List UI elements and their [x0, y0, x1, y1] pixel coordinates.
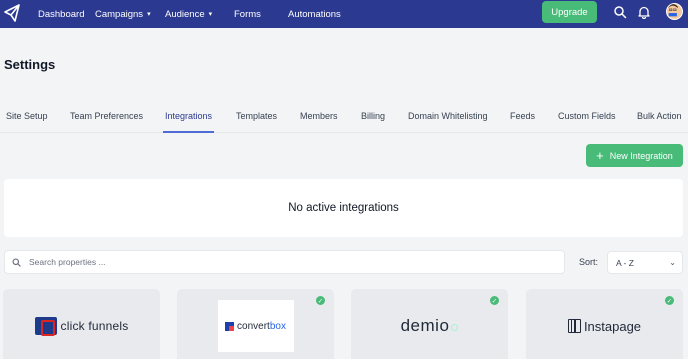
tab-integrations[interactable]: Integrations: [165, 111, 212, 121]
nav-forms[interactable]: Forms: [234, 0, 261, 28]
nav-audience-label: Audience: [165, 8, 205, 20]
instapage-mark-icon: [567, 319, 581, 333]
integration-card-clickfunnels[interactable]: click funnels: [3, 289, 160, 359]
tab-domain-whitelisting[interactable]: Domain Whitelisting: [408, 111, 488, 121]
new-integration-button[interactable]: + New Integration: [586, 144, 683, 167]
search-icon[interactable]: [613, 5, 627, 19]
clickfunnels-logo: click funnels: [34, 317, 129, 336]
tab-templates[interactable]: Templates: [236, 111, 277, 121]
sort-select[interactable]: A - Z ⌄: [607, 251, 683, 274]
tab-bulk-action[interactable]: Bulk Action: [637, 111, 682, 121]
sort-label: Sort:: [579, 257, 599, 267]
instapage-logo-text: Instapage: [583, 318, 642, 334]
clickfunnels-logo-text: click funnels: [60, 319, 129, 333]
convertbox-mark-icon: [225, 321, 235, 331]
tab-feeds[interactable]: Feeds: [510, 111, 535, 121]
user-avatar[interactable]: [666, 3, 683, 20]
nav-campaigns-label: Campaigns: [95, 8, 144, 20]
bell-icon[interactable]: [637, 5, 651, 19]
search-input[interactable]: [29, 257, 529, 267]
nav-audience[interactable]: Audience ▾: [165, 0, 212, 28]
demio-dot-icon: [451, 324, 459, 331]
integration-card-instapage[interactable]: ✓ Instapage: [526, 289, 683, 359]
new-integration-label: New Integration: [609, 150, 673, 161]
empty-state-message: No active integrations: [288, 202, 399, 214]
nav-forms-label: Forms: [234, 8, 261, 20]
convertbox-logo: convertbox: [217, 300, 294, 352]
upgrade-button[interactable]: Upgrade: [542, 1, 597, 23]
plus-icon: +: [596, 147, 604, 163]
integration-card-convertbox[interactable]: ✓ convertbox: [177, 289, 334, 359]
tab-team-preferences[interactable]: Team Preferences: [70, 111, 143, 121]
nav-automations-label: Automations: [288, 8, 341, 20]
active-tab-indicator: [163, 131, 214, 133]
nav-dashboard-label: Dashboard: [38, 8, 85, 20]
tab-site-setup[interactable]: Site Setup: [6, 111, 48, 121]
settings-tabs: Site Setup Team Preferences Integrations…: [0, 104, 688, 133]
tab-billing[interactable]: Billing: [361, 111, 385, 121]
search-icon: [12, 257, 21, 267]
demio-logo-text: demio: [400, 316, 450, 335]
page-title: Settings: [4, 57, 56, 72]
nav-automations[interactable]: Automations: [288, 0, 341, 28]
avatar-face-icon: [667, 4, 679, 17]
tab-custom-fields[interactable]: Custom Fields: [558, 111, 616, 121]
chevron-down-icon: ▾: [147, 11, 151, 18]
convertbox-logo-text: convertbox: [237, 320, 286, 332]
integration-card-demio[interactable]: ✓ demio: [351, 289, 508, 359]
chevron-down-icon: ▾: [208, 11, 213, 18]
paper-plane-logo-icon[interactable]: [4, 4, 20, 22]
search-field[interactable]: [4, 250, 565, 274]
top-navbar: Dashboard Campaigns ▾ Audience ▾ Forms A…: [0, 0, 688, 28]
nav-campaigns[interactable]: Campaigns ▾: [95, 0, 151, 28]
active-integrations-panel: No active integrations: [4, 179, 683, 237]
nav-dashboard[interactable]: Dashboard: [38, 0, 84, 28]
sort-value: A - Z: [616, 257, 634, 268]
instapage-logo: Instapage: [567, 318, 642, 334]
demio-logo: demio: [401, 316, 459, 336]
tab-members[interactable]: Members: [300, 111, 338, 121]
clickfunnels-mark-icon: [34, 317, 57, 336]
chevron-down-icon: ⌄: [669, 258, 676, 267]
